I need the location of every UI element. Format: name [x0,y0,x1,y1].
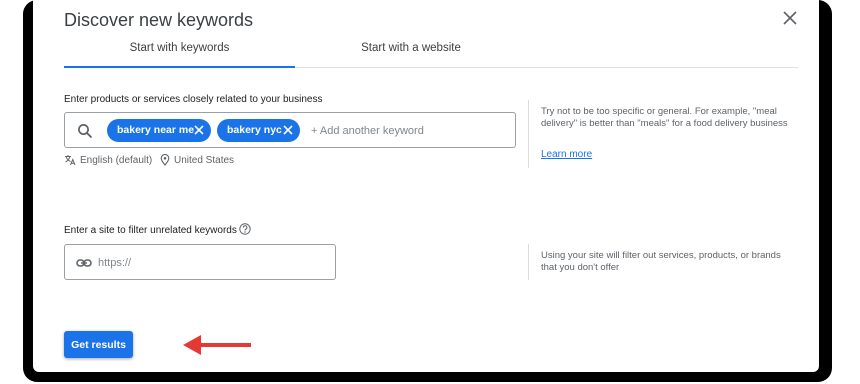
section-divider [528,100,529,168]
site-url-field[interactable] [64,244,336,280]
tab-start-with-keywords[interactable]: Start with keywords [64,42,295,54]
search-icon [78,124,93,139]
help-icon[interactable] [239,223,251,235]
remove-chip-icon[interactable] [282,124,294,136]
add-keyword-input[interactable] [311,122,501,140]
location-label: United States [174,154,235,166]
tab-start-with-website[interactable]: Start with a website [295,42,527,54]
keywords-label: Enter products or services closely relat… [64,94,323,105]
keyword-chip-label: bakery near me [117,124,195,136]
keywords-field[interactable]: bakery near me bakery nyc [64,112,516,148]
language-selector[interactable]: English (default) [64,154,152,166]
keyword-chip-label: bakery nyc [227,124,282,136]
keyword-chip: bakery near me [107,119,211,142]
learn-more-link[interactable]: Learn more [541,149,592,160]
site-filter-label: Enter a site to filter unrelated keyword… [64,225,237,236]
location-pin-icon [160,154,170,166]
dialog-title: Discover new keywords [64,10,254,30]
site-hint: Using your site will filter out services… [541,250,781,273]
red-arrow-annotation [183,335,251,355]
site-url-input[interactable] [98,254,328,272]
keyword-chip: bakery nyc [217,119,300,142]
location-selector[interactable]: United States [160,154,234,166]
keywords-hint: Try not to be too specific or general. F… [541,106,788,129]
remove-chip-icon[interactable] [193,124,205,136]
link-icon [76,259,92,267]
discover-keywords-dialog: Discover new keywords Start with keyword… [33,0,819,372]
active-tab-indicator [64,66,295,68]
section-divider [528,244,529,280]
language-label: English (default) [80,154,153,166]
translate-icon [65,155,76,166]
get-results-button[interactable]: Get results [64,331,133,358]
close-icon[interactable] [781,9,799,27]
